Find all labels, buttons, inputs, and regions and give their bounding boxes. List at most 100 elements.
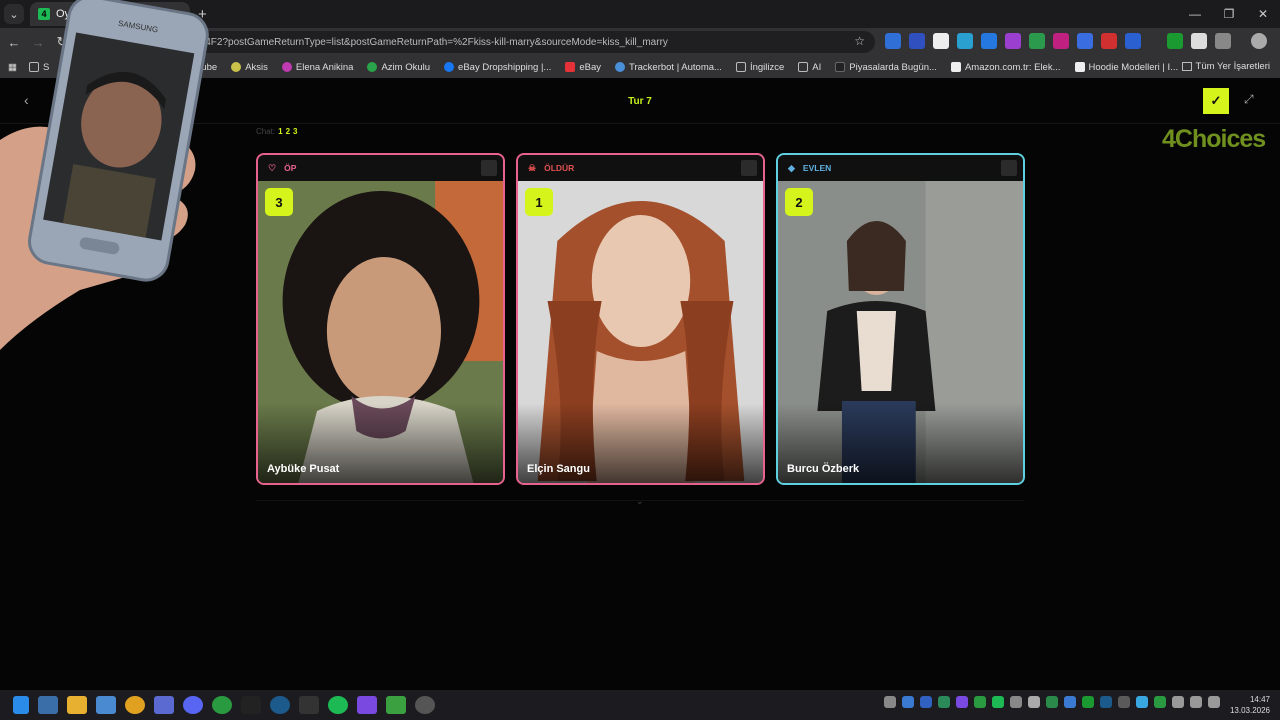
- all-bookmarks-folder[interactable]: Tüm Yer İşaretleri: [1181, 61, 1270, 72]
- tray-icon[interactable]: [1136, 696, 1148, 708]
- volume-icon[interactable]: [1208, 696, 1220, 708]
- card-category: ÖP: [284, 163, 297, 173]
- windows-start-icon[interactable]: [13, 696, 29, 714]
- taskbar: 14:47 13.03.2026: [0, 690, 1280, 720]
- extension-icon[interactable]: [1005, 33, 1021, 49]
- bookmark-item[interactable]: eBay Dropshipping |...: [444, 62, 551, 73]
- extension-icon[interactable]: [1077, 33, 1093, 49]
- card-slot-icon: [1001, 160, 1017, 176]
- taskbar-app-icon[interactable]: [415, 696, 435, 714]
- skull-icon: ☠: [528, 162, 537, 173]
- tray-icon[interactable]: [1064, 696, 1076, 708]
- extension-icon[interactable]: [1167, 33, 1183, 49]
- rank-badge: 2: [785, 188, 813, 216]
- taskbar-app-icon[interactable]: [299, 696, 319, 714]
- rank-badge: 3: [265, 188, 293, 216]
- heart-icon: ♡: [268, 162, 277, 173]
- tray-icon[interactable]: [1154, 696, 1166, 708]
- bookmark-item[interactable]: Elena Anikina: [281, 62, 353, 73]
- extension-icon[interactable]: [933, 33, 949, 49]
- extension-icon[interactable]: [1053, 33, 1069, 49]
- extension-icon[interactable]: [1191, 33, 1207, 49]
- choice-card-kiss[interactable]: ♡ ÖP 3 Aybüke Pusat: [256, 153, 505, 485]
- taskbar-app-icon[interactable]: [38, 696, 58, 714]
- avatar[interactable]: [1251, 33, 1267, 49]
- tray-icon[interactable]: [1118, 696, 1130, 708]
- extensions-bar: ⋮: [885, 33, 1280, 49]
- minimize-button[interactable]: —: [1178, 0, 1212, 28]
- bookmark-item[interactable]: eBay: [565, 62, 601, 73]
- chevron-down-icon[interactable]: ⌄: [636, 496, 644, 507]
- chrome-icon[interactable]: [125, 696, 145, 714]
- extension-icon[interactable]: [957, 33, 973, 49]
- bookmark-item[interactable]: Amazon.com.tr: Elek...: [950, 62, 1061, 73]
- extension-icon[interactable]: [1101, 33, 1117, 49]
- xbox-icon[interactable]: [212, 696, 232, 714]
- extension-icon[interactable]: [981, 33, 997, 49]
- pager-item[interactable]: 3: [293, 127, 297, 136]
- more-menu-icon[interactable]: ⋮: [1275, 33, 1280, 49]
- pager-item[interactable]: 1: [278, 127, 282, 136]
- card-category-bar: ♡ ÖP: [258, 155, 503, 181]
- rank-badge: 1: [525, 188, 553, 216]
- puzzle-icon[interactable]: [1215, 33, 1231, 49]
- clock-time: 14:47: [1249, 695, 1270, 704]
- tray-icon[interactable]: [884, 696, 896, 708]
- tray-icon[interactable]: [902, 696, 914, 708]
- card-slot-icon: [481, 160, 497, 176]
- bookmark-item[interactable]: Azim Okulu: [367, 62, 430, 73]
- store-icon[interactable]: [96, 696, 116, 714]
- tray-icon[interactable]: [1082, 696, 1094, 708]
- spotify-icon[interactable]: [328, 696, 348, 714]
- bookmark-folder[interactable]: AI: [798, 62, 821, 73]
- url-text: D4F2?postGameReturnType=list&postGameRet…: [198, 36, 668, 48]
- extension-icon[interactable]: [1125, 33, 1141, 49]
- bookmark-folder[interactable]: İngilizce: [735, 62, 784, 73]
- tray-icon[interactable]: [920, 696, 932, 708]
- brand-logo: 4Choices: [1162, 125, 1266, 153]
- network-icon[interactable]: [1190, 696, 1202, 708]
- tray-icon[interactable]: [938, 696, 950, 708]
- extension-icon[interactable]: [885, 33, 901, 49]
- card-name: Elçin Sangu: [527, 463, 590, 475]
- tray-icon[interactable]: [956, 696, 968, 708]
- bookmark-item[interactable]: Piyasalarda Bugün...: [835, 62, 937, 73]
- bookmark-item[interactable]: Hoodie Modelleri | I...: [1074, 62, 1178, 73]
- tray-icon[interactable]: [1028, 696, 1040, 708]
- system-tray: [884, 696, 1220, 708]
- card-slot-icon: [741, 160, 757, 176]
- bookmark-star-icon[interactable]: ☆: [854, 34, 865, 48]
- confirm-button[interactable]: ✓: [1203, 88, 1229, 114]
- fullscreen-icon[interactable]: ⤢: [1244, 92, 1254, 107]
- tray-icon[interactable]: [1046, 696, 1058, 708]
- taskbar-app-icon[interactable]: [357, 696, 377, 714]
- epic-games-icon[interactable]: [241, 696, 261, 714]
- maximize-button[interactable]: ❐: [1212, 0, 1246, 28]
- system-clock[interactable]: 14:47 13.03.2026: [1230, 694, 1270, 716]
- tray-icon[interactable]: [992, 696, 1004, 708]
- taskbar-app-icon[interactable]: [154, 696, 174, 714]
- discord-icon[interactable]: [183, 696, 203, 714]
- choice-card-marry[interactable]: ◆ EVLEN 2 Burcu Özberk: [776, 153, 1025, 485]
- bookmark-item[interactable]: Trackerbot | Automa...: [615, 62, 722, 73]
- bookmark-item[interactable]: Aksis: [231, 62, 268, 73]
- choice-card-kill[interactable]: ☠ ÖLDÜR 1 Elçin Sangu: [516, 153, 765, 485]
- card-name: Burcu Özberk: [787, 463, 860, 475]
- tray-icon[interactable]: [974, 696, 986, 708]
- tray-icon[interactable]: [1100, 696, 1112, 708]
- taskbar-app-icon[interactable]: [386, 696, 406, 714]
- close-button[interactable]: ✕: [1246, 0, 1280, 28]
- diamond-icon: ◆: [788, 162, 795, 173]
- extension-icon[interactable]: [909, 33, 925, 49]
- clock-date: 13.03.2026: [1229, 706, 1270, 715]
- tray-icon[interactable]: [1010, 696, 1022, 708]
- microphone-icon[interactable]: [1172, 696, 1184, 708]
- extension-icon[interactable]: [1029, 33, 1045, 49]
- chat-pager: Chat: 1 2 3: [256, 127, 297, 136]
- card-category-bar: ◆ EVLEN: [778, 155, 1023, 181]
- steam-icon[interactable]: [270, 696, 290, 714]
- file-explorer-icon[interactable]: [67, 696, 87, 714]
- pager-item[interactable]: 2: [286, 127, 290, 136]
- pager-label: Chat:: [256, 127, 276, 136]
- card-category-bar: ☠ ÖLDÜR: [518, 155, 763, 181]
